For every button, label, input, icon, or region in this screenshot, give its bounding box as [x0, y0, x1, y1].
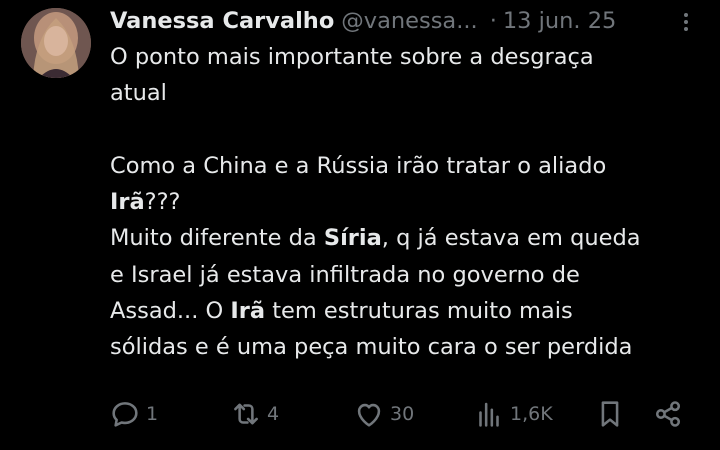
share-icon [655, 401, 681, 427]
author-handle[interactable]: @vanessa... [341, 8, 477, 34]
avatar-image [21, 8, 91, 78]
text-segment: , q já estava em queda [381, 225, 641, 252]
text-segment: atual [110, 80, 167, 107]
tweet-line: Muito diferente da Síria, q já estava em… [110, 220, 710, 256]
more-options-button[interactable] [674, 10, 698, 34]
author-name[interactable]: Vanessa Carvalho [110, 8, 334, 34]
text-segment: ??? [144, 189, 181, 216]
text-segment: Como a China e a Rússia irão tratar o al… [110, 152, 607, 179]
repost-count: 4 [267, 403, 280, 425]
views-bar-chart-icon [479, 402, 499, 427]
heart-icon [357, 403, 381, 427]
text-segment: Assad... O [110, 298, 231, 325]
tweet-line: e Israel já estava infiltrada no governo… [110, 257, 710, 293]
repost-icon [234, 403, 258, 425]
reply-count: 1 [146, 403, 159, 425]
bookmark-button[interactable] [593, 396, 627, 432]
bold-text-segment: Irã [110, 189, 145, 216]
more-vertical-icon [684, 13, 688, 31]
bold-text-segment: Síria [323, 225, 382, 252]
views-button[interactable]: 1,6K [472, 396, 553, 432]
tweet-header: Vanessa Carvalho @vanessa... · 13 jun. 2… [110, 4, 616, 38]
repost-button[interactable]: 4 [229, 396, 279, 432]
tweet-text: O ponto mais importante sobre a desgraça… [110, 39, 710, 366]
tweet-line: Irã??? [110, 184, 710, 220]
tweet-date[interactable]: 13 jun. 25 [503, 8, 617, 34]
tweet-line: O ponto mais importante sobre a desgraça [110, 39, 710, 75]
tweet-line: sólidas e é uma peça muito cara o ser pe… [110, 329, 710, 365]
tweet-line: atual [110, 75, 710, 111]
reply-button[interactable]: 1 [108, 396, 158, 432]
text-segment: O ponto mais importante sobre a desgraça [110, 44, 594, 70]
tweet-line: Como a China e a Rússia irão tratar o al… [110, 148, 710, 184]
action-bar: 1 4 30 1,6K [0, 396, 720, 432]
text-segment: e Israel já estava infiltrada no governo… [110, 261, 580, 288]
separator-dot: · [489, 8, 497, 34]
like-button[interactable]: 30 [352, 396, 414, 432]
bookmark-icon [601, 401, 619, 427]
share-button[interactable] [651, 396, 685, 432]
text-segment: Muito diferente da [110, 225, 324, 252]
views-count: 1,6K [510, 403, 553, 425]
avatar[interactable] [21, 8, 91, 78]
text-segment: sólidas e é uma peça muito cara o ser pe… [110, 334, 633, 361]
tweet[interactable]: Vanessa Carvalho @vanessa... · 13 jun. 2… [0, 0, 720, 450]
like-count: 30 [390, 403, 415, 425]
text-segment: tem estruturas muito mais [265, 298, 573, 325]
bold-text-segment: Irã [230, 298, 266, 325]
tweet-line: Assad... O Irã tem estruturas muito mais [110, 293, 710, 329]
reply-icon [112, 402, 138, 427]
